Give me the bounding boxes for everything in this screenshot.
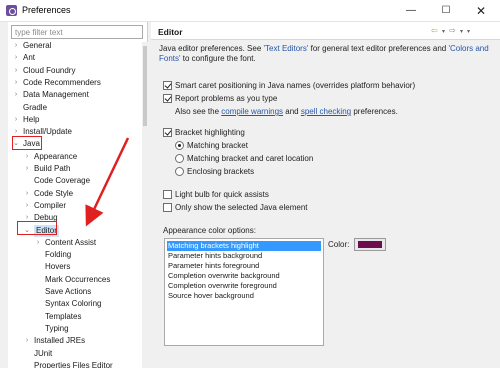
matching-bracket-caret-radio[interactable]: [175, 154, 184, 163]
text-editors-link[interactable]: 'Text Editors': [264, 44, 309, 53]
back-arrow-icon[interactable]: ⇦: [431, 26, 438, 35]
page-header: Editor ⇦ ▾ ⇨ ▾ ▾: [151, 22, 500, 40]
tree-item-label: Compiler: [34, 200, 67, 210]
maximize-button[interactable]: ☐: [429, 1, 463, 21]
tree-item-label: Installed JREs: [34, 336, 86, 346]
tree-item-label: General: [23, 41, 52, 50]
show-selected-element-checkbox[interactable]: [163, 203, 172, 212]
description-text: for general text editor preferences and: [308, 44, 449, 53]
description-text: to configure the font.: [180, 54, 256, 63]
color-label: Color:: [328, 240, 350, 249]
tree-item-label: Content Assist: [45, 237, 97, 247]
back-dropdown-icon[interactable]: ▾: [442, 28, 445, 35]
enclosing-brackets-radio[interactable]: [175, 167, 184, 176]
tree-scrollbar[interactable]: [142, 42, 148, 368]
page-title: Editor: [158, 27, 183, 37]
tree-item-label: Code Recommenders: [23, 77, 101, 87]
color-option-item[interactable]: Matching brackets highlight: [167, 241, 321, 251]
matching-bracket-radio[interactable]: [175, 141, 184, 150]
filter-input[interactable]: [11, 25, 143, 39]
forward-dropdown-icon[interactable]: ▾: [460, 28, 463, 35]
bracket-highlighting-checkbox[interactable]: [163, 128, 172, 137]
tree-item-label: Cloud Foundry: [23, 65, 76, 75]
smart-caret-label: Smart caret positioning in Java names (o…: [175, 81, 416, 90]
report-problems-checkbox[interactable]: [163, 94, 172, 103]
expand-arrow-icon[interactable]: ›: [23, 163, 31, 175]
matching-bracket-caret-label: Matching bracket and caret location: [187, 154, 314, 163]
java-highlight-box: [12, 136, 42, 150]
color-option-item[interactable]: Parameter hints background: [167, 251, 321, 261]
tree-item-label: Code Coverage: [34, 176, 91, 186]
expand-arrow-icon[interactable]: ›: [34, 237, 42, 249]
also-see-text: Also see the compile warnings and spell …: [175, 107, 398, 116]
light-bulb-checkbox[interactable]: [163, 190, 172, 199]
view-menu-icon[interactable]: ▾: [467, 28, 470, 35]
editor-highlight-box: [17, 221, 57, 235]
editor-preferences-page: Editor ⇦ ▾ ⇨ ▾ ▾ Java editor preferences…: [151, 22, 500, 368]
expand-arrow-icon[interactable]: ›: [23, 151, 31, 163]
tree-item-label: Templates: [45, 311, 82, 321]
expand-arrow-icon[interactable]: ›: [23, 335, 31, 347]
tree-item-label: Build Path: [34, 164, 71, 173]
expand-arrow-icon[interactable]: ›: [12, 89, 20, 101]
app-icon: [6, 5, 17, 16]
color-option-item[interactable]: Completion overwrite background: [167, 271, 321, 281]
expand-arrow-icon[interactable]: ›: [12, 114, 20, 126]
color-options-list[interactable]: Matching brackets highlight Parameter hi…: [164, 238, 324, 346]
tree-item-label: Syntax Coloring: [45, 299, 102, 309]
minimize-button[interactable]: —: [394, 1, 428, 21]
tree-item-label: Data Management: [23, 90, 89, 100]
compile-warnings-link[interactable]: compile warnings: [221, 107, 283, 116]
spell-checking-link[interactable]: spell checking: [301, 107, 351, 116]
tree-item-label: Save Actions: [45, 287, 92, 296]
bracket-highlighting-label: Bracket highlighting: [175, 128, 245, 137]
expand-arrow-icon[interactable]: ›: [12, 77, 20, 89]
appearance-color-options-label: Appearance color options:: [163, 226, 256, 235]
report-problems-label: Report problems as you type: [175, 94, 278, 103]
light-bulb-label: Light bulb for quick assists: [175, 190, 269, 199]
also-see-suffix: preferences.: [351, 107, 398, 116]
expand-arrow-icon[interactable]: ›: [12, 52, 20, 64]
tree-item-label: Code Style: [34, 188, 74, 198]
show-selected-element-label: Only show the selected Java element: [175, 203, 308, 212]
preferences-tree-pane: ›General›Ant›Cloud Foundry›Code Recommen…: [8, 22, 148, 368]
tree-item-label: Ant: [23, 53, 36, 63]
enclosing-brackets-label: Enclosing brackets: [187, 167, 255, 176]
expand-arrow-icon[interactable]: ›: [12, 65, 20, 77]
tree-item-label: Mark Occurrences: [45, 274, 111, 284]
tree-item-label: JUnit: [34, 348, 53, 358]
tree-item-label: Hovers: [45, 262, 71, 272]
color-picker-button[interactable]: [354, 238, 386, 251]
title-bar: Preferences — ☐ ✕: [0, 0, 500, 22]
color-option-item[interactable]: Completion overwrite foreground: [167, 281, 321, 291]
description-text: Java editor preferences. See: [159, 44, 264, 53]
color-option-item[interactable]: Source hover background: [167, 291, 321, 301]
forward-arrow-icon[interactable]: ⇨: [449, 26, 456, 35]
tree-item-label: Properties Files Editor: [34, 360, 113, 368]
tree-item-label: Help: [23, 114, 40, 124]
tree-item-label: Gradle: [23, 102, 48, 112]
tree-scrollbar-thumb[interactable]: [143, 46, 147, 126]
page-description: Java editor preferences. See 'Text Edito…: [159, 44, 495, 64]
tree-item-label: Appearance: [34, 151, 78, 161]
matching-bracket-label: Matching bracket: [187, 141, 248, 150]
color-swatch: [358, 241, 382, 248]
expand-arrow-icon[interactable]: ›: [23, 188, 31, 200]
window-title: Preferences: [22, 5, 71, 15]
also-see-prefix: Also see the: [175, 107, 222, 116]
also-see-and: and: [283, 107, 301, 116]
close-button[interactable]: ✕: [464, 1, 498, 21]
expand-arrow-icon[interactable]: ›: [23, 200, 31, 212]
color-option-item[interactable]: Parameter hints foreground: [167, 261, 321, 271]
smart-caret-checkbox[interactable]: [163, 81, 172, 90]
tree-item-label: Typing: [45, 323, 69, 333]
expand-arrow-icon[interactable]: ›: [12, 40, 20, 52]
tree-item-label: Folding: [45, 250, 72, 260]
